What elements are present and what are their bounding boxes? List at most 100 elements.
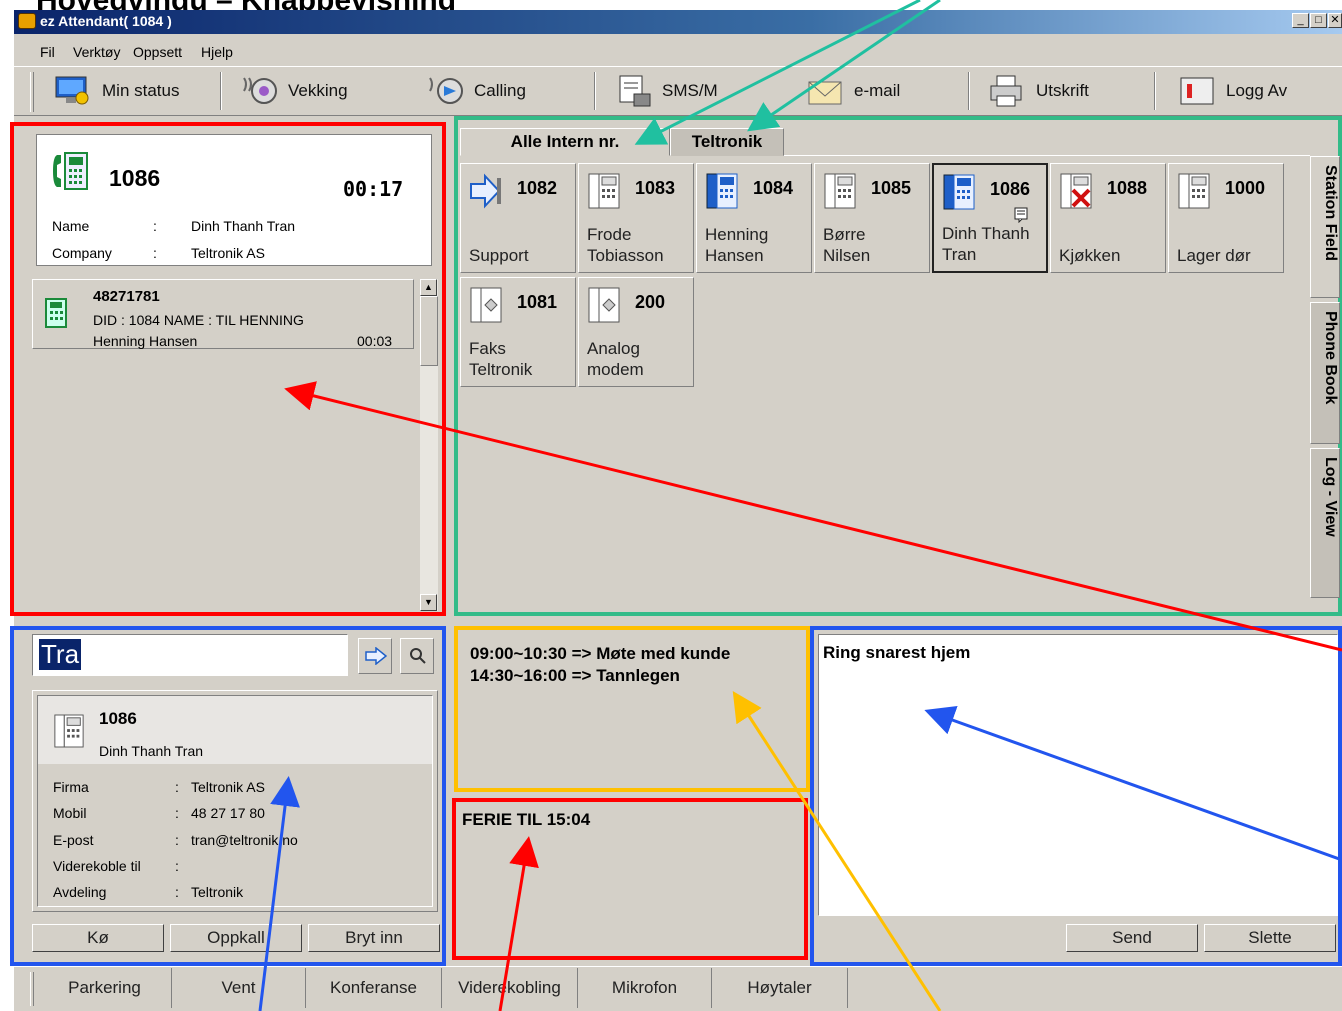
microphone-button[interactable]: Mikrofon	[578, 968, 712, 1008]
contact-card: 1086 Dinh Thanh Tran Firma : Teltronik A…	[32, 690, 438, 912]
barge-in-button[interactable]: Bryt inn	[308, 924, 440, 952]
toolbar-min-status-button[interactable]: Min status	[54, 70, 179, 112]
station-number: 1082	[517, 178, 558, 198]
toolbar-sms-button[interactable]: SMS/M	[614, 70, 718, 112]
separator-colon: :	[175, 805, 179, 821]
search-go-button[interactable]	[358, 638, 392, 674]
menu-fil[interactable]: Fil	[40, 44, 55, 60]
contact-name: Dinh Thanh Tran	[99, 743, 204, 759]
side-tab-phone-book[interactable]: Phone Book	[1310, 302, 1340, 444]
toolbar-print-button[interactable]: Utskrift	[988, 70, 1089, 112]
scroll-down-button[interactable]: ▼	[420, 594, 437, 611]
station-1088[interactable]: 1088 Kjøkken	[1050, 163, 1166, 273]
caller-name: Dinh Thanh Tran	[191, 218, 296, 234]
phone-active-icon	[706, 173, 738, 209]
phone-active-icon	[53, 152, 88, 190]
field-value-avdeling: Teltronik	[191, 884, 244, 900]
scroll-thumb[interactable]	[420, 296, 438, 366]
toolbar-gripper[interactable]	[30, 72, 34, 112]
side-tab-log-view[interactable]: Log - View	[1310, 448, 1340, 598]
absence-panel: FERIE TIL 15:04	[452, 798, 808, 960]
hold-button[interactable]: Vent	[172, 968, 306, 1008]
scroll-up-button[interactable]: ▲	[420, 279, 437, 296]
send-button[interactable]: Send	[1066, 924, 1198, 952]
speaker-button[interactable]: Høytaler	[712, 968, 848, 1008]
minimize-button[interactable]: _	[1292, 13, 1309, 28]
conference-button[interactable]: Konferanse	[306, 968, 442, 1008]
toolbar-calling-button[interactable]: Calling	[426, 70, 526, 112]
separator-colon: :	[175, 832, 179, 848]
station-number: 1000	[1225, 178, 1266, 198]
station-200[interactable]: 200 Analog modem	[578, 277, 694, 387]
toolbar-label: Utskrift	[1036, 81, 1089, 100]
phone-idle-icon	[588, 173, 620, 209]
modem-icon	[588, 287, 620, 323]
station-label: Kjøkken	[1059, 246, 1121, 265]
menu-verktoy[interactable]: Verktøy	[73, 44, 120, 60]
queue-button[interactable]: Kø	[32, 924, 164, 952]
field-value-epost: tran@teltronik.no	[191, 832, 298, 848]
station-1084[interactable]: 1084 Henning Hansen	[696, 163, 812, 273]
station-number: 1085	[871, 178, 912, 198]
maximize-button[interactable]: □	[1310, 13, 1327, 28]
station-label: Dinh Thanh Tran	[942, 224, 1030, 264]
active-call-card[interactable]: 1086 00:17 Name : Dinh Thanh Tran Compan…	[36, 134, 432, 266]
side-tab-station-field[interactable]: Station Field	[1310, 156, 1340, 298]
station-number: 1084	[753, 178, 794, 198]
active-call-number: 1086	[109, 165, 161, 191]
station-number: 1083	[635, 178, 676, 198]
menu-oppsett[interactable]: Oppsett	[133, 44, 182, 60]
station-1082[interactable]: 1082 Support	[460, 163, 576, 273]
caller-company: Teltronik AS	[191, 245, 265, 261]
menu-hjelp[interactable]: Hjelp	[201, 44, 233, 60]
toolbar-label: SMS/M	[662, 81, 718, 100]
delete-button[interactable]: Slette	[1204, 924, 1336, 952]
queue-did-info: DID : 1084 NAME : TIL HENNING	[93, 312, 304, 328]
dial-button[interactable]: Oppkall	[170, 924, 302, 952]
name-label: Name	[52, 218, 90, 234]
absence-text: FERIE TIL 15:04	[462, 810, 591, 829]
field-label-firma: Firma	[53, 779, 89, 795]
field-label-viderekoble: Viderekoble til	[53, 858, 141, 874]
fax-icon	[470, 287, 502, 323]
toolbar-logout-button[interactable]: Logg Av	[1178, 70, 1287, 112]
phone-idle-icon	[1178, 173, 1210, 209]
app-logo-icon	[18, 13, 36, 29]
field-label-avdeling: Avdeling	[53, 884, 107, 900]
tab-teltronik[interactable]: Teltronik	[670, 128, 784, 156]
queue-scrollbar[interactable]: ▲ ▼	[420, 279, 438, 611]
separator-colon: :	[175, 779, 179, 795]
station-label: Frode Tobiasson	[587, 225, 664, 265]
toolbar-email-button[interactable]: e-mail	[806, 70, 900, 112]
toolbar-separator	[220, 72, 222, 110]
slide-title: Hovedvindu – Knappevisning	[36, 0, 456, 10]
station-1085[interactable]: 1085 Børre Nilsen	[814, 163, 930, 273]
station-1086[interactable]: 1086 Dinh Thanh Tran	[932, 163, 1048, 273]
station-label: Analog modem	[587, 339, 644, 379]
separator-colon: :	[175, 858, 179, 874]
statusbar-gripper[interactable]	[30, 972, 34, 1006]
station-label: Support	[469, 246, 529, 265]
status-monitor-icon	[55, 76, 89, 105]
queue-caller-name: Henning Hansen	[93, 333, 198, 349]
window-title: ez Attendant( 1084 )	[14, 10, 1342, 34]
phone-idle-icon	[54, 714, 84, 748]
message-textarea[interactable]: Ring snarest hjem	[818, 634, 1338, 916]
tab-alle-intern[interactable]: Alle Intern nr.	[460, 128, 670, 156]
field-label-mobil: Mobil	[53, 805, 87, 821]
transfer-button[interactable]: Viderekobling	[442, 968, 578, 1008]
schedule-panel: 09:00~10:30 => Møte med kunde 14:30~16:0…	[454, 626, 810, 792]
sms-icon	[619, 75, 651, 107]
station-1081[interactable]: 1081 Faks Teltronik	[460, 277, 576, 387]
close-button[interactable]: ✕	[1328, 13, 1342, 28]
station-1083[interactable]: 1083 Frode Tobiasson	[578, 163, 694, 273]
station-1000[interactable]: 1000 Lager dør	[1168, 163, 1284, 273]
toolbar-vekking-button[interactable]: Vekking	[240, 70, 348, 112]
wake-up-icon	[243, 77, 277, 104]
queue-call-card[interactable]: 48271781 DID : 1084 NAME : TIL HENNING H…	[32, 279, 414, 349]
station-label: Henning Hansen	[705, 225, 769, 265]
separator-colon: :	[175, 884, 179, 900]
search-button[interactable]	[400, 638, 434, 674]
search-input[interactable]: Tra	[32, 634, 348, 676]
park-button[interactable]: Parkering	[38, 968, 172, 1008]
